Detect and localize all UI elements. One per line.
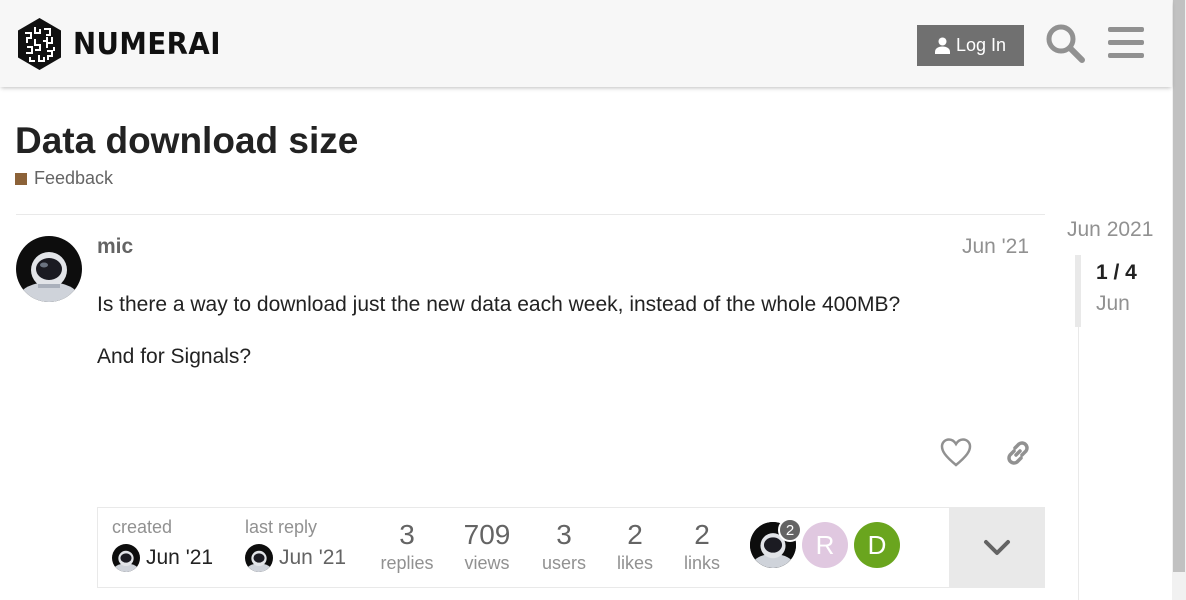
numerai-logo-icon (18, 18, 61, 70)
post-paragraph: And for Signals? (97, 345, 252, 368)
stat-label: views (464, 553, 510, 573)
last-reply-avatar (245, 544, 273, 572)
participant-post-count: 2 (778, 518, 802, 542)
user-avatar[interactable] (16, 236, 82, 302)
category-color-swatch (15, 172, 27, 185)
timeline-position: 1 / 4 (1096, 261, 1137, 284)
participant-initial: R (815, 529, 835, 560)
post-date[interactable]: Jun '21 (962, 235, 1029, 259)
stat-likes: 2 likes (607, 518, 663, 574)
search-icon[interactable] (1044, 22, 1086, 64)
astronaut-avatar-icon (112, 544, 140, 572)
category-name: Feedback (34, 168, 114, 188)
scrollbar-thumb[interactable] (1173, 0, 1185, 572)
stat-value: 709 (463, 519, 511, 550)
stat-replies: 3 replies (374, 518, 440, 574)
stat-links: 2 links (674, 518, 730, 574)
post-body: Is there a way to download just the new … (97, 290, 1037, 394)
last-reply-info: last reply Jun '21 (245, 517, 346, 572)
participant-initial: D (867, 529, 887, 560)
topic-map: created Jun '21 last reply Jun '21 3 rep… (97, 507, 1045, 588)
heart-icon[interactable] (939, 436, 973, 470)
timeline-position-date: Jun (1096, 292, 1130, 315)
divider (16, 214, 1045, 215)
chevron-down-icon (984, 539, 1010, 555)
stat-label: links (683, 553, 720, 573)
page-scrollbar[interactable] (1172, 0, 1186, 600)
last-reply-date: Jun '21 (279, 546, 347, 569)
participant-avatar[interactable]: D (854, 522, 900, 568)
category-badge[interactable]: Feedback (15, 168, 113, 189)
created-meta[interactable]: Jun '21 (112, 544, 213, 572)
user-icon (934, 37, 950, 54)
stat-label: users (541, 553, 586, 573)
astronaut-avatar-icon (16, 236, 82, 302)
last-reply-meta[interactable]: Jun '21 (245, 544, 346, 572)
link-icon[interactable] (1001, 436, 1035, 470)
timeline-handle[interactable] (1075, 255, 1081, 327)
post-username[interactable]: mic (97, 235, 133, 259)
hamburger-menu-icon[interactable] (1106, 22, 1148, 64)
login-label: Log In (955, 35, 1007, 55)
astronaut-avatar-icon (245, 544, 273, 572)
topic-title[interactable]: Data download size (15, 120, 358, 162)
stat-label: replies (380, 553, 434, 573)
last-reply-label: last reply (245, 517, 318, 537)
stat-value: 3 (399, 519, 415, 550)
post-paragraph: Is there a way to download just the new … (97, 293, 901, 316)
stat-value: 2 (694, 519, 710, 550)
stat-value: 3 (556, 519, 572, 550)
stat-value: 2 (627, 519, 643, 550)
creator-avatar (112, 544, 140, 572)
site-header: NUMERAI Log In (0, 0, 1172, 87)
logo-text: NUMERAI (73, 26, 221, 62)
participant-avatar[interactable]: R (802, 522, 848, 568)
stat-views: 709 views (454, 518, 520, 574)
stat-users: 3 users (533, 518, 595, 574)
timeline-start-date[interactable]: Jun 2021 (1067, 218, 1153, 242)
login-button[interactable]: Log In (917, 25, 1024, 66)
created-info: created Jun '21 (112, 517, 213, 572)
participant-avatar[interactable]: 2 (750, 518, 802, 568)
created-date: Jun '21 (146, 546, 214, 569)
numerai-logo[interactable]: NUMERAI (16, 17, 234, 71)
expand-topic-map-button[interactable] (949, 508, 1045, 587)
created-label: created (112, 517, 173, 537)
stat-label: likes (616, 553, 653, 573)
